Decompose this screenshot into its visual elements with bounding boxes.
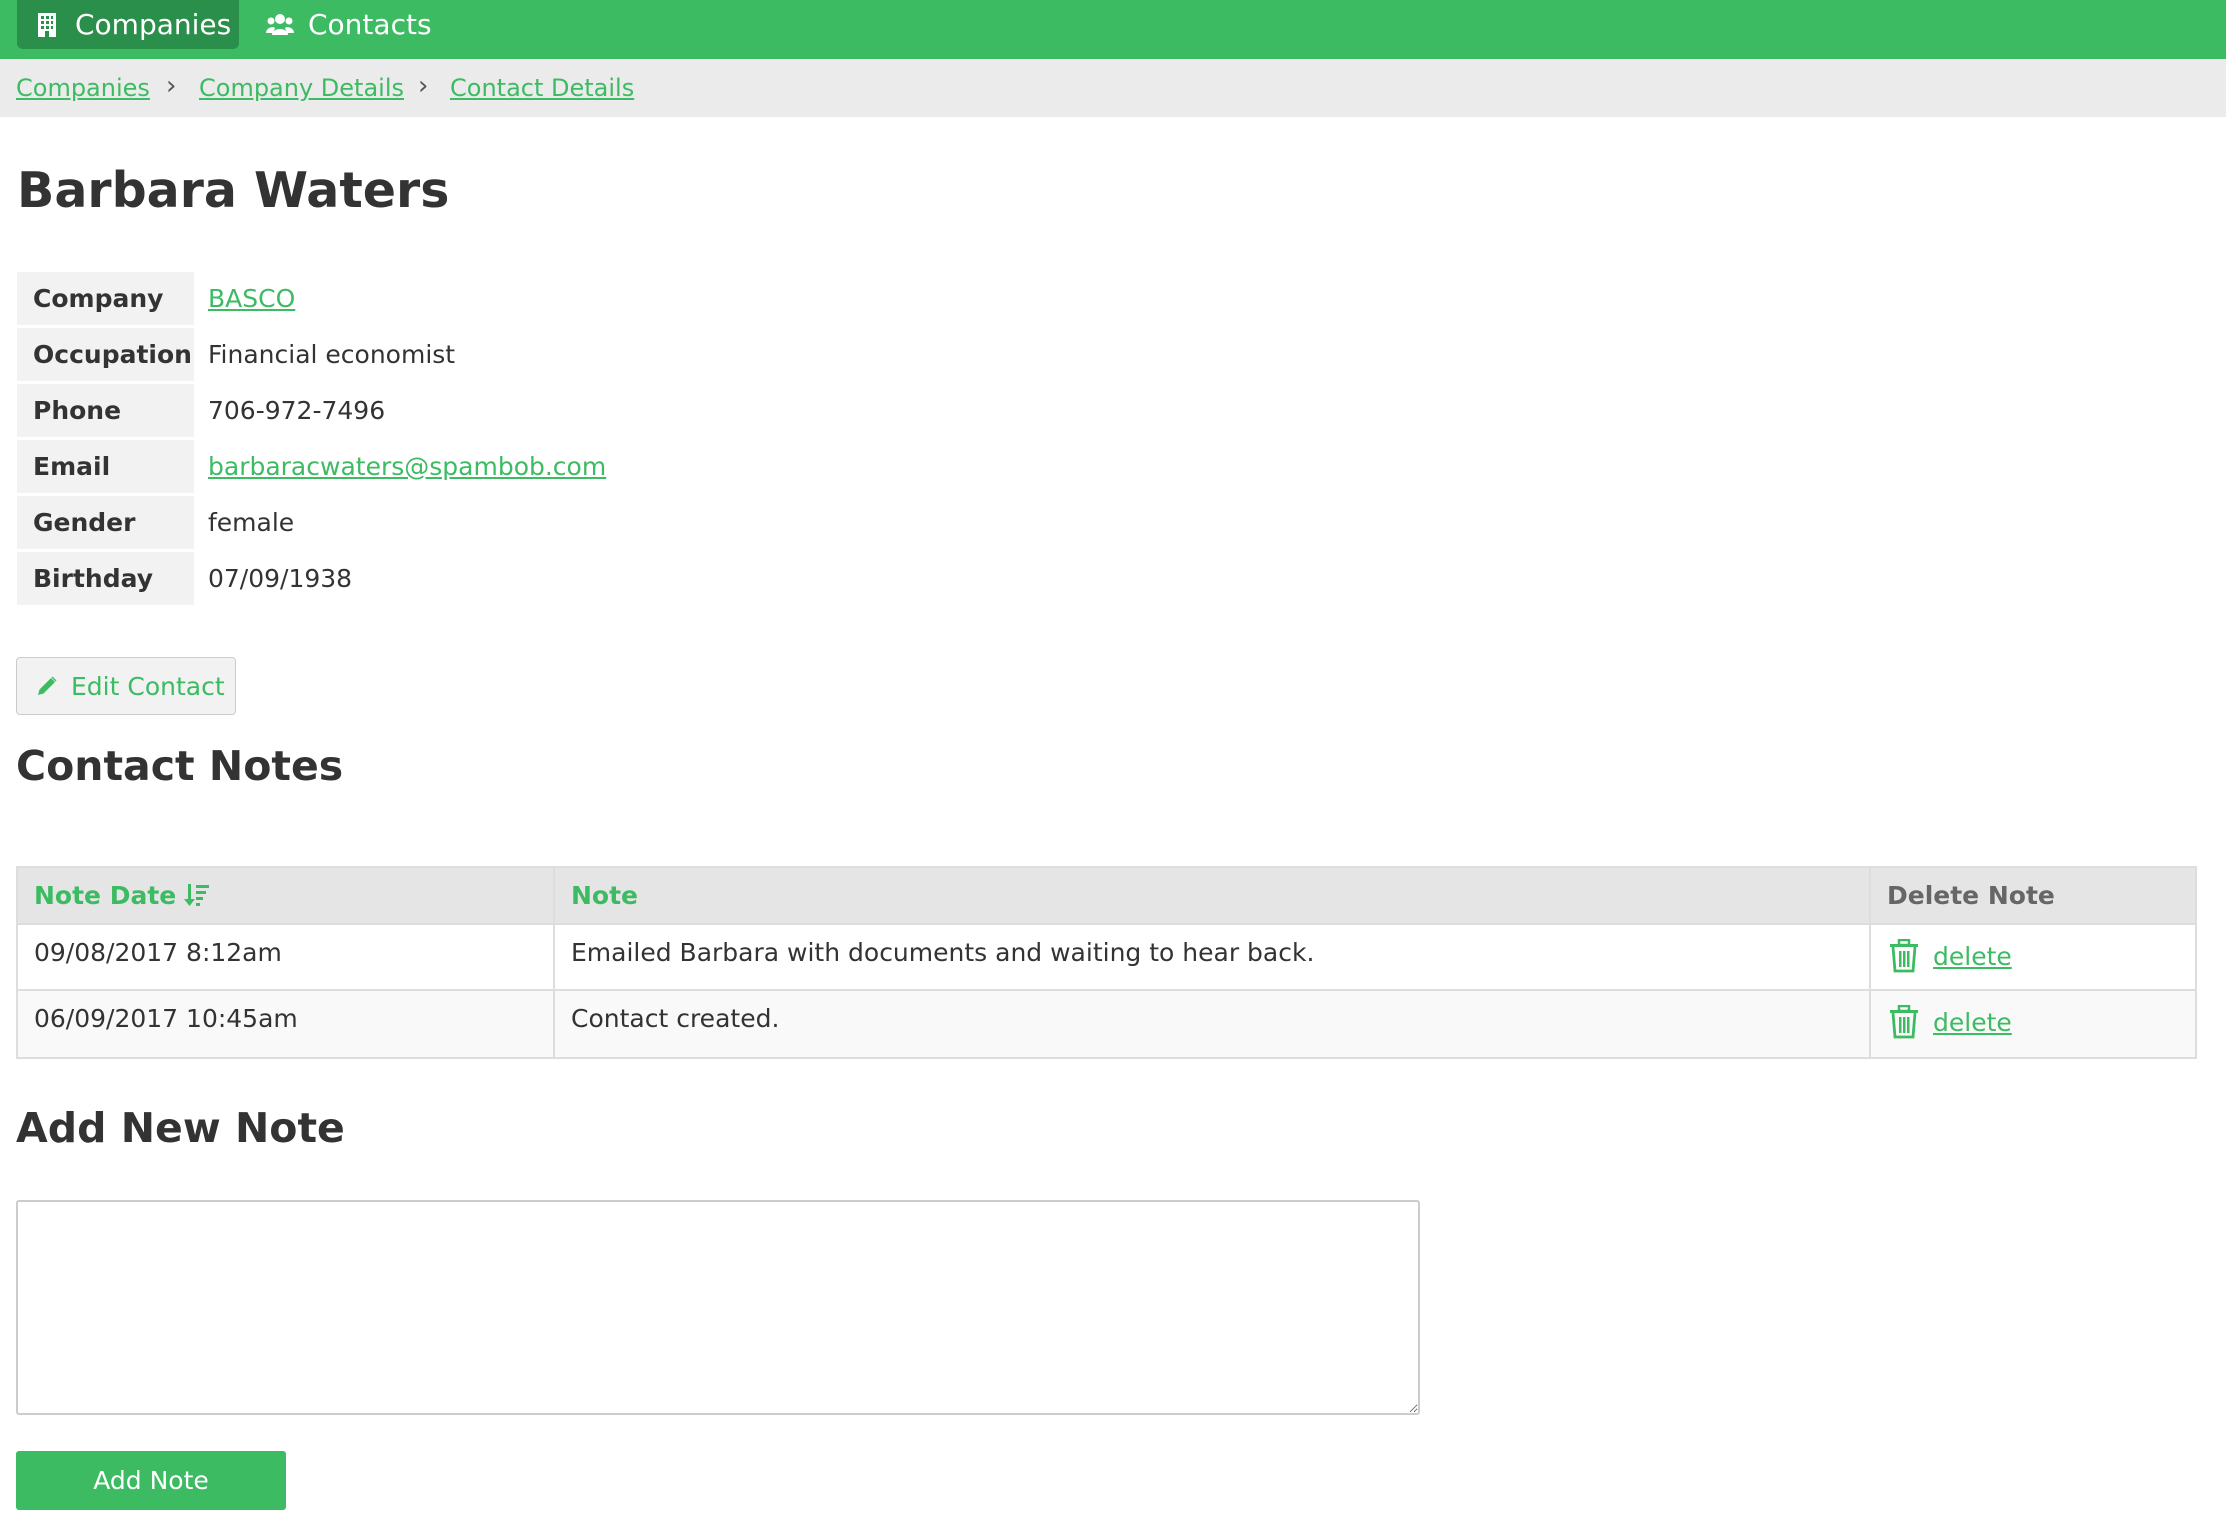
column-header-label: Note — [571, 881, 639, 910]
delete-link[interactable]: delete — [1933, 942, 2012, 971]
phone-value: 706-972-7496 — [208, 396, 386, 425]
breadcrumb: Companies › Company Details › Contact De… — [0, 59, 2226, 117]
trash-icon[interactable] — [1889, 1005, 1919, 1039]
edit-contact-button[interactable]: Edit Contact — [16, 657, 236, 715]
notes-table: Note Date Note Delete Note 09/08/2017 8:… — [16, 866, 2197, 1059]
occupation-value: Financial economist — [208, 340, 456, 369]
users-icon — [266, 11, 294, 39]
nav-tab-label: Contacts — [308, 8, 432, 41]
add-note-heading: Add New Note — [16, 1104, 345, 1152]
detail-label: Occupation — [17, 328, 194, 381]
chevron-right-icon: › — [166, 71, 177, 101]
add-note-button[interactable]: Add Note — [16, 1451, 286, 1510]
top-navbar: Companies Contacts — [0, 0, 2226, 59]
detail-row-email: Email barbaracwaters@spambob.com — [17, 440, 617, 493]
nav-tab-companies[interactable]: Companies — [17, 0, 239, 49]
edit-contact-label: Edit Contact — [71, 671, 225, 701]
delete-link[interactable]: delete — [1933, 1008, 2012, 1037]
note-text-cell: Emailed Barbara with documents and waiti… — [571, 938, 1315, 967]
trash-icon[interactable] — [1889, 939, 1919, 973]
detail-label: Gender — [17, 496, 194, 549]
note-date-cell: 09/08/2017 8:12am — [34, 938, 282, 967]
note-textarea[interactable] — [16, 1200, 1420, 1415]
breadcrumb-companies[interactable]: Companies — [16, 74, 150, 102]
column-header-label: Delete Note — [1887, 881, 2055, 910]
chevron-right-icon: › — [418, 71, 429, 101]
note-date-header[interactable]: Note Date — [18, 868, 555, 923]
note-date-cell: 06/09/2017 10:45am — [34, 1004, 298, 1033]
nav-tab-contacts[interactable]: Contacts — [262, 0, 462, 49]
sort-descending-icon[interactable] — [184, 882, 210, 908]
detail-row-occupation: Occupation Financial economist — [17, 328, 617, 381]
email-link[interactable]: barbaracwaters@spambob.com — [208, 440, 606, 493]
breadcrumb-company-details[interactable]: Company Details — [199, 74, 404, 102]
detail-label: Birthday — [17, 552, 194, 605]
table-row: 09/08/2017 8:12am Emailed Barbara with d… — [18, 925, 2195, 991]
table-row: 06/09/2017 10:45am Contact created. dele… — [18, 991, 2195, 1057]
gender-value: female — [208, 508, 295, 537]
note-header[interactable]: Note — [555, 868, 1871, 923]
pencil-icon — [35, 674, 59, 698]
notes-table-header: Note Date Note Delete Note — [18, 868, 2195, 925]
detail-label: Company — [17, 272, 194, 325]
breadcrumb-contact-details[interactable]: Contact Details — [450, 74, 634, 102]
delete-note-action[interactable]: delete — [1889, 1005, 2012, 1039]
nav-tab-label: Companies — [75, 8, 232, 41]
delete-note-action[interactable]: delete — [1889, 939, 2012, 973]
column-header-label: Note Date — [34, 881, 177, 910]
detail-label: Phone — [17, 384, 194, 437]
detail-row-birthday: Birthday 07/09/1938 — [17, 552, 617, 605]
company-link[interactable]: BASCO — [208, 272, 295, 325]
note-text-cell: Contact created. — [571, 1004, 780, 1033]
building-icon — [33, 11, 61, 39]
delete-note-header: Delete Note — [1871, 868, 2199, 923]
detail-row-phone: Phone 706-972-7496 — [17, 384, 617, 437]
detail-label: Email — [17, 440, 194, 493]
birthday-value: 07/09/1938 — [208, 564, 353, 593]
page-title: Barbara Waters — [17, 162, 450, 219]
contact-notes-heading: Contact Notes — [16, 742, 344, 790]
detail-row-company: Company BASCO — [17, 272, 617, 325]
detail-row-gender: Gender female — [17, 496, 617, 549]
